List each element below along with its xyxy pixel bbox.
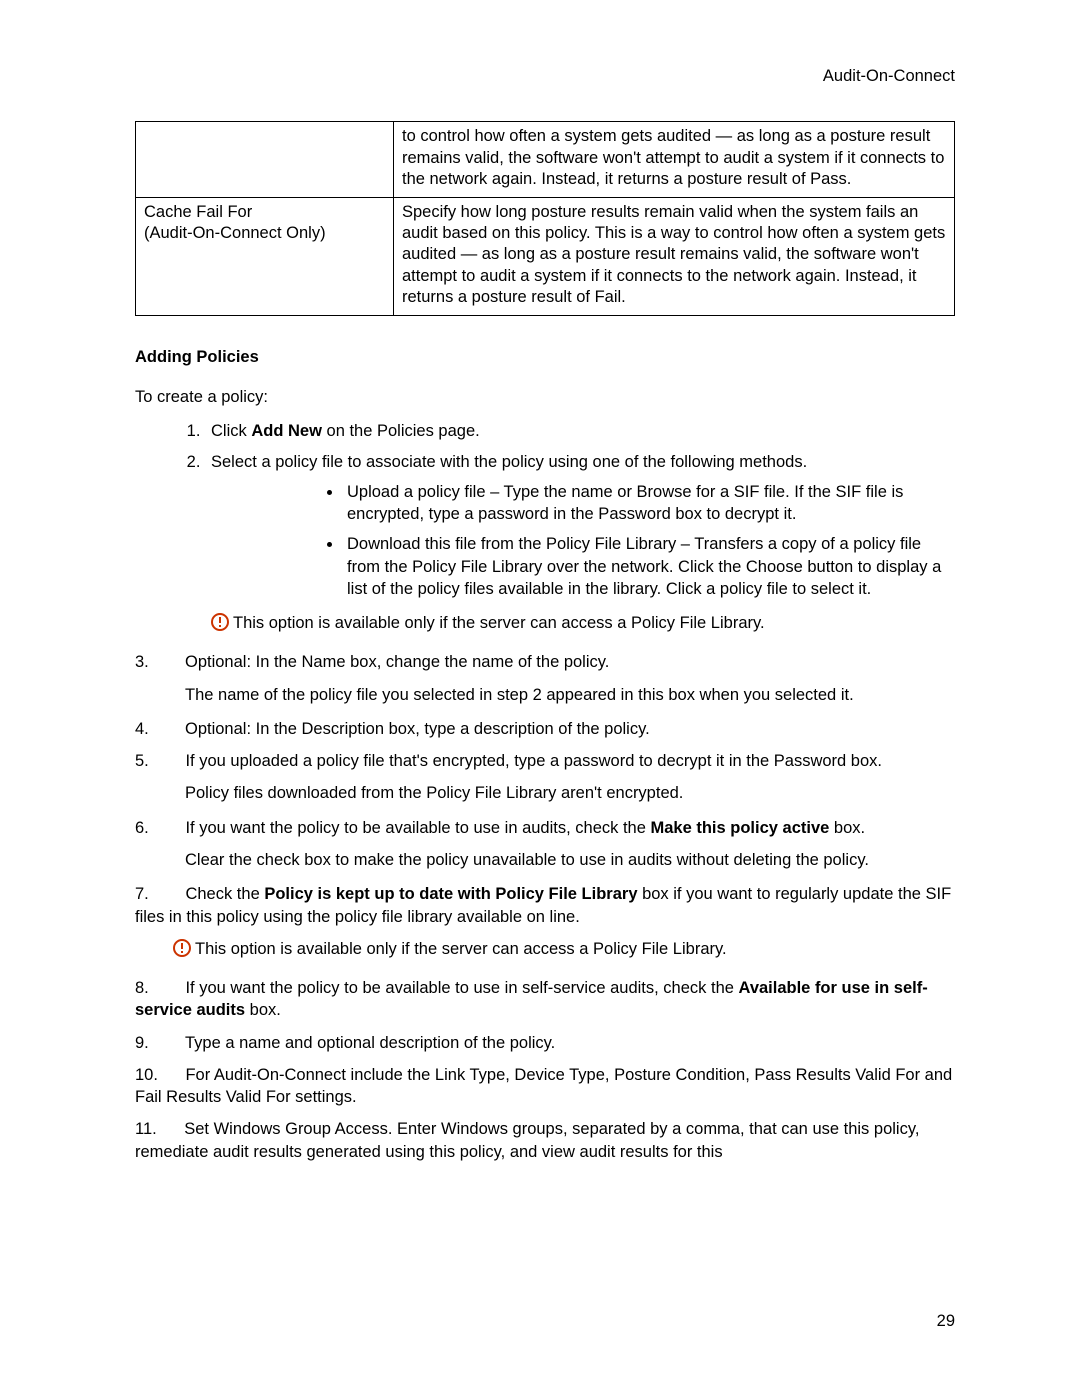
step-1: Click Add New on the Policies page. bbox=[205, 420, 955, 442]
steps-ordered-list: Click Add New on the Policies page. Sele… bbox=[135, 420, 955, 600]
note-text: This option is available only if the ser… bbox=[233, 612, 765, 634]
note-row: This option is available only if the ser… bbox=[211, 612, 955, 637]
note-text: This option is available only if the ser… bbox=[195, 938, 727, 960]
kept-up-to-date-label: Policy is kept up to date with Policy Fi… bbox=[264, 885, 637, 903]
step-8: 8. If you want the policy to be availabl… bbox=[135, 977, 955, 1022]
step-5: 5. If you uploaded a policy file that's … bbox=[135, 750, 955, 772]
step-2-option-upload: Upload a policy file – Type the name or … bbox=[343, 481, 955, 526]
step-3-note: The name of the policy file you selected… bbox=[185, 684, 955, 706]
cache-fail-for-note: (Audit-On-Connect Only) bbox=[144, 224, 326, 242]
step-7: 7. Check the Policy is kept up to date w… bbox=[135, 883, 955, 928]
table-cell-right: to control how often a system gets audit… bbox=[393, 122, 954, 197]
alert-icon bbox=[211, 613, 229, 637]
step-2-options: Upload a policy file – Type the name or … bbox=[211, 481, 955, 600]
step-4: 4. Optional: In the Description box, typ… bbox=[135, 718, 955, 740]
step-9: 9. Type a name and optional description … bbox=[135, 1032, 955, 1054]
step-2: Select a policy file to associate with t… bbox=[205, 451, 955, 601]
table-row: to control how often a system gets audit… bbox=[136, 122, 955, 197]
alert-icon bbox=[173, 939, 191, 963]
add-new-label: Add New bbox=[251, 422, 322, 440]
table-cell-right: Specify how long posture results remain … bbox=[393, 197, 954, 315]
header-title: Audit-On-Connect bbox=[823, 67, 955, 85]
step-10: 10. For Audit-On-Connect include the Lin… bbox=[135, 1064, 955, 1109]
note-row: This option is available only if the ser… bbox=[173, 938, 955, 963]
section-heading: Adding Policies bbox=[135, 346, 955, 368]
step-6-note: Clear the check box to make the policy u… bbox=[185, 849, 955, 871]
step-3: 3. Optional: In the Name box, change the… bbox=[135, 651, 955, 673]
table-cell-left: Cache Fail For (Audit-On-Connect Only) bbox=[136, 197, 394, 315]
page-header: Audit-On-Connect bbox=[135, 65, 955, 87]
page-number: 29 bbox=[937, 1310, 955, 1332]
table-cell-left bbox=[136, 122, 394, 197]
step-11: 11. Set Windows Group Access. Enter Wind… bbox=[135, 1118, 955, 1163]
step-6: 6. If you want the policy to be availabl… bbox=[135, 817, 955, 839]
step-2-option-download: Download this file from the Policy File … bbox=[343, 533, 955, 600]
step-5-note: Policy files downloaded from the Policy … bbox=[185, 782, 955, 804]
table-row: Cache Fail For (Audit-On-Connect Only) S… bbox=[136, 197, 955, 315]
make-active-label: Make this policy active bbox=[650, 819, 829, 837]
intro-text: To create a policy: bbox=[135, 386, 955, 408]
policy-settings-table: to control how often a system gets audit… bbox=[135, 121, 955, 316]
cache-fail-for-label: Cache Fail For bbox=[144, 203, 252, 221]
